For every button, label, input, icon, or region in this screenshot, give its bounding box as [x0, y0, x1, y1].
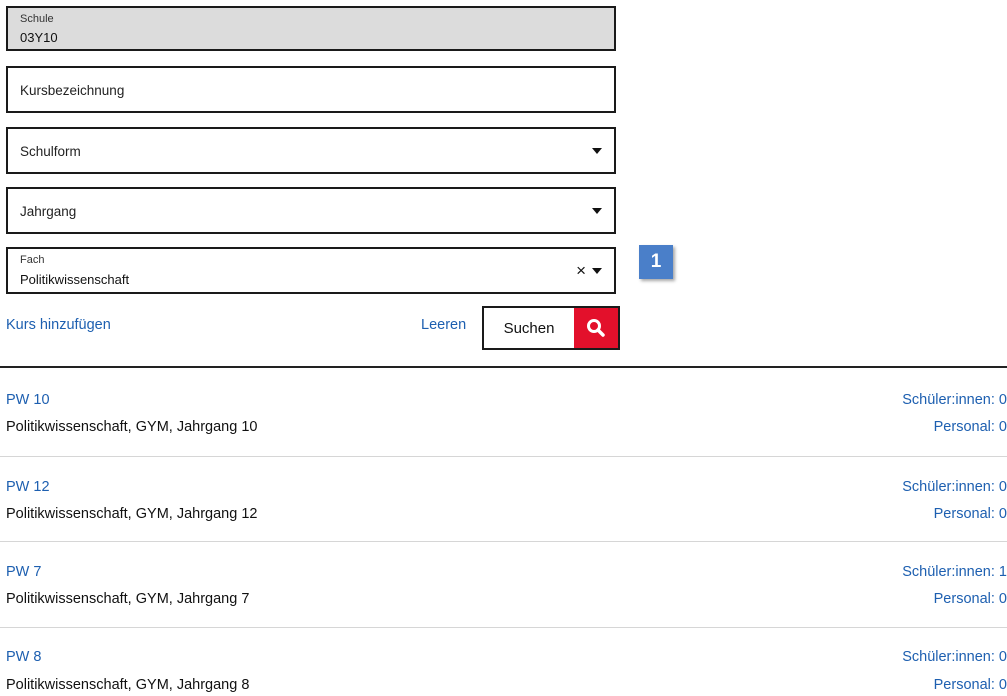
course-description: Politikwissenschaft, GYM, Jahrgang 7	[6, 591, 250, 607]
course-description: Politikwissenschaft, GYM, Jahrgang 10	[6, 419, 258, 435]
course-students-link[interactable]: Schüler:innen: 0	[902, 479, 1007, 495]
course-students-link[interactable]: Schüler:innen: 0	[902, 392, 1007, 408]
subject-field-label: Fach	[20, 254, 45, 266]
course-name-placeholder: Kursbezeichnung	[20, 83, 125, 98]
school-field-value: 03Y10	[20, 30, 58, 45]
search-icon	[574, 308, 618, 348]
course-title-link[interactable]: PW 12	[6, 479, 50, 495]
course-staff-link[interactable]: Personal: 0	[934, 591, 1007, 607]
subject-select[interactable]: Fach Politikwissenschaft ×	[6, 247, 616, 294]
chevron-down-icon	[592, 148, 602, 154]
course-staff-link[interactable]: Personal: 0	[934, 506, 1007, 522]
course-row: PW 10 Politikwissenschaft, GYM, Jahrgang…	[0, 370, 1007, 456]
clear-link[interactable]: Leeren	[421, 317, 466, 333]
subject-field-value: Politikwissenschaft	[20, 272, 130, 287]
course-name-input[interactable]: Kursbezeichnung	[6, 66, 616, 113]
course-description: Politikwissenschaft, GYM, Jahrgang 12	[6, 506, 258, 522]
chevron-down-icon[interactable]	[592, 268, 602, 274]
course-row: PW 8 Politikwissenschaft, GYM, Jahrgang …	[0, 606, 1007, 693]
add-course-link[interactable]: Kurs hinzufügen	[6, 317, 111, 333]
results-divider	[0, 366, 1007, 368]
chevron-down-icon	[592, 208, 602, 214]
school-field: Schule 03Y10	[6, 6, 616, 51]
course-description: Politikwissenschaft, GYM, Jahrgang 8	[6, 677, 250, 693]
course-staff-link[interactable]: Personal: 0	[934, 419, 1007, 435]
course-students-link[interactable]: Schüler:innen: 1	[902, 564, 1007, 580]
course-title-link[interactable]: PW 10	[6, 392, 50, 408]
course-students-link[interactable]: Schüler:innen: 0	[902, 649, 1007, 665]
course-title-link[interactable]: PW 8	[6, 649, 41, 665]
grade-placeholder: Jahrgang	[20, 204, 77, 219]
course-row: PW 12 Politikwissenschaft, GYM, Jahrgang…	[0, 457, 1007, 543]
search-button[interactable]: Suchen	[482, 306, 620, 350]
step-badge: 1	[639, 245, 673, 279]
clear-icon[interactable]: ×	[576, 261, 586, 281]
school-type-placeholder: Schulform	[20, 144, 81, 159]
school-field-label: Schule	[20, 13, 54, 25]
course-title-link[interactable]: PW 7	[6, 564, 41, 580]
search-button-label: Suchen	[503, 319, 555, 337]
school-type-select[interactable]: Schulform	[6, 127, 616, 174]
course-staff-link[interactable]: Personal: 0	[934, 677, 1007, 693]
grade-select[interactable]: Jahrgang	[6, 187, 616, 234]
